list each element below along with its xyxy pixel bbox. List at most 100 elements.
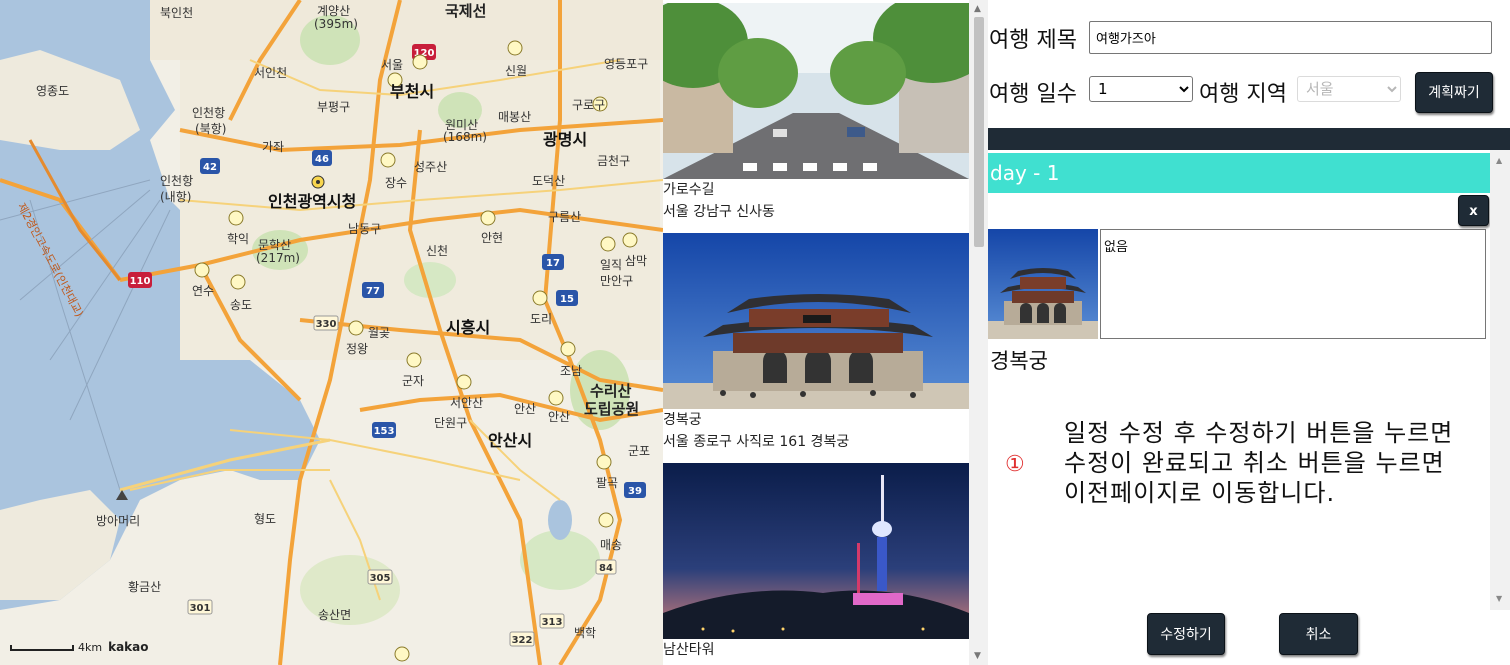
place-name[interactable]: 경복궁 — [663, 409, 969, 431]
place-photo-garosugil[interactable] — [663, 3, 969, 179]
map-label-jangsu: 장수 — [385, 176, 408, 190]
map-label-hagik: 학익 — [227, 232, 250, 246]
map-label-bupyeong: 부평구 — [317, 100, 351, 114]
plan-scroll-up-icon[interactable]: ▲ — [1496, 156, 1502, 165]
scale-bar — [10, 645, 74, 651]
place-photo-gyeongbokgung[interactable] — [663, 233, 969, 409]
map-label-gyeyangsan-height: (395m) — [314, 17, 358, 31]
map-label-bucheon: 부천시 — [390, 82, 435, 101]
day-header: day - 1 — [988, 153, 1490, 193]
map-label-gukjeseon: 국제선 — [445, 2, 487, 20]
map-label-yeongjongdo: 영종도 — [36, 84, 70, 98]
svg-text:110: 110 — [130, 276, 151, 287]
trip-days-select[interactable]: 1 — [1089, 76, 1193, 102]
place-address: 서울 강남구 신사동 — [663, 204, 775, 220]
map-label-siheung: 시흥시 — [446, 318, 491, 337]
place-photo-namsantower[interactable] — [663, 463, 969, 639]
scroll-up-icon[interactable]: ▲ — [974, 4, 981, 14]
map-label-hyeongdo: 형도 — [254, 512, 277, 526]
scroll-thumb[interactable] — [974, 17, 984, 247]
map-label-gureumsan: 구름산 — [548, 210, 582, 224]
map-label-jeongwang: 정왕 — [346, 342, 369, 356]
map-label-ansan-ic: 안산 — [514, 402, 537, 416]
map-label-incheonport-i2: (내항) — [160, 190, 192, 204]
svg-text:17: 17 — [546, 258, 560, 269]
svg-text:42: 42 — [203, 162, 217, 173]
trip-title-label: 여행 제목 — [989, 28, 1077, 53]
cancel-button[interactable]: 취소 — [1279, 613, 1358, 655]
map-label-incheonport-n: 인천항 — [192, 106, 226, 120]
map-label-gunpo: 군포 — [628, 444, 651, 458]
place-name[interactable]: 가로수길 — [663, 179, 969, 201]
map-label-gwangmyeong: 광명시 — [543, 130, 588, 149]
place-card-gyeongbokgung[interactable]: 경복궁 서울 종로구 사직로 161 경복궁 — [663, 233, 969, 453]
map-label-maesong: 매송 — [600, 538, 623, 552]
map-label-dodeoksan: 도덕산 — [532, 174, 566, 188]
svg-text:153: 153 — [374, 426, 395, 437]
kakao-logo: kakao — [108, 640, 149, 654]
map-label-incheonport-i: 인천항 — [160, 174, 194, 188]
map-label-iljik: 일직 — [600, 258, 623, 272]
trip-region-label: 여행 지역 — [1199, 82, 1287, 107]
map-label-bangamori: 방아머리 — [96, 514, 141, 528]
place-list[interactable]: 가로수길 서울 강남구 신사동 경복궁 서울 종로구 사직로 161 경복궁 남… — [663, 0, 988, 665]
svg-text:15: 15 — [560, 294, 574, 305]
map-label-bukincheon: 북인천 — [160, 6, 194, 20]
map-label-gajwa: 가좌 — [262, 140, 285, 154]
map-label-cityhall: 인천광역시청 — [268, 192, 357, 211]
map-label-maebongsan: 매봉산 — [498, 110, 532, 124]
svg-text:313: 313 — [542, 617, 563, 628]
map-label-songsan: 송산면 — [318, 608, 352, 622]
plan-header-bar — [988, 128, 1510, 150]
svg-text:305: 305 — [370, 573, 391, 584]
kakao-map[interactable]: 120 110 17 15 153 77 39 42 46 330 305 30… — [0, 0, 663, 665]
map-label-joman: 조남 — [560, 364, 583, 378]
map-label-dori: 도리 — [530, 312, 553, 326]
map-label-gunja: 군자 — [402, 374, 425, 388]
map-label-songdo: 송도 — [230, 298, 253, 312]
map-label-incheonport-n2: (북항) — [195, 122, 227, 136]
map-label-dorip: 도립공원 — [584, 400, 640, 418]
place-list-scrollbar[interactable]: ▲ ▼ — [969, 0, 988, 665]
map-label-seongjusan: 성주산 — [414, 160, 448, 174]
plan-scroll-down-icon[interactable]: ▼ — [1496, 594, 1502, 603]
place-name[interactable]: 남산타워 — [663, 639, 969, 661]
map-label-yeongdeungpo: 영등포구 — [604, 57, 649, 71]
plan-memo-textarea[interactable]: 없음 — [1100, 229, 1486, 339]
annotation-text: 일정 수정 후 수정하기 버튼을 누르면 수정이 완료되고 취소 버튼을 누르면… — [1064, 419, 1454, 507]
map-label-seoansan: 서안산 — [450, 396, 484, 410]
map-label-samak: 삼막 — [625, 254, 648, 268]
scroll-down-icon[interactable]: ▼ — [974, 651, 981, 661]
svg-text:330: 330 — [316, 319, 337, 330]
place-card-namsantower[interactable]: 남산타워 — [663, 463, 969, 661]
plan-editor: 여행 제목 여행 일수 1 여행 지역 서울 계획짜기 day - 1 x — [988, 0, 1510, 665]
trip-title-input[interactable] — [1089, 21, 1492, 54]
annotation-number: ① — [1005, 452, 1025, 477]
svg-text:39: 39 — [628, 486, 642, 497]
remove-item-button[interactable]: x — [1458, 195, 1489, 226]
trip-region-select[interactable]: 서울 — [1297, 76, 1401, 102]
map-label-munhaksan-height: (217m) — [256, 251, 300, 265]
map-label-singcheon: 신천 — [426, 244, 449, 258]
svg-text:77: 77 — [366, 286, 380, 297]
map-label-seoincheon: 서인천 — [254, 66, 288, 80]
map-label-yeonsu: 연수 — [192, 284, 215, 298]
map-label-seoul: 서울 — [381, 58, 404, 72]
edit-button[interactable]: 수정하기 — [1147, 613, 1225, 655]
place-address: 서울 종로구 사직로 161 경복궁 — [663, 434, 850, 450]
map-label-hwanggeumsan: 황금산 — [128, 580, 162, 594]
place-card-garosugil[interactable]: 가로수길 서울 강남구 신사동 — [663, 3, 969, 223]
plan-area-scrollbar[interactable]: ▲ ▼ — [1490, 150, 1510, 610]
map-label-sinwol: 신월 — [505, 64, 528, 78]
map-label-namdong: 남동구 — [348, 222, 382, 236]
map-label-ansan-jc: 안산 — [548, 410, 571, 424]
plan-item-photo — [988, 229, 1098, 339]
map-label-wonmisan-height: (168m) — [443, 130, 487, 144]
map-label-wolgot: 월곶 — [368, 326, 391, 340]
map-label-anhyeon: 안현 — [481, 231, 504, 245]
scale-label: 4km — [78, 641, 103, 654]
svg-text:46: 46 — [315, 154, 329, 165]
plan-area[interactable]: day - 1 x 없음 경복궁 ▲ ▼ — [988, 150, 1510, 610]
make-plan-button[interactable]: 계획짜기 — [1415, 72, 1493, 113]
map-label-ansan: 안산시 — [488, 431, 533, 450]
